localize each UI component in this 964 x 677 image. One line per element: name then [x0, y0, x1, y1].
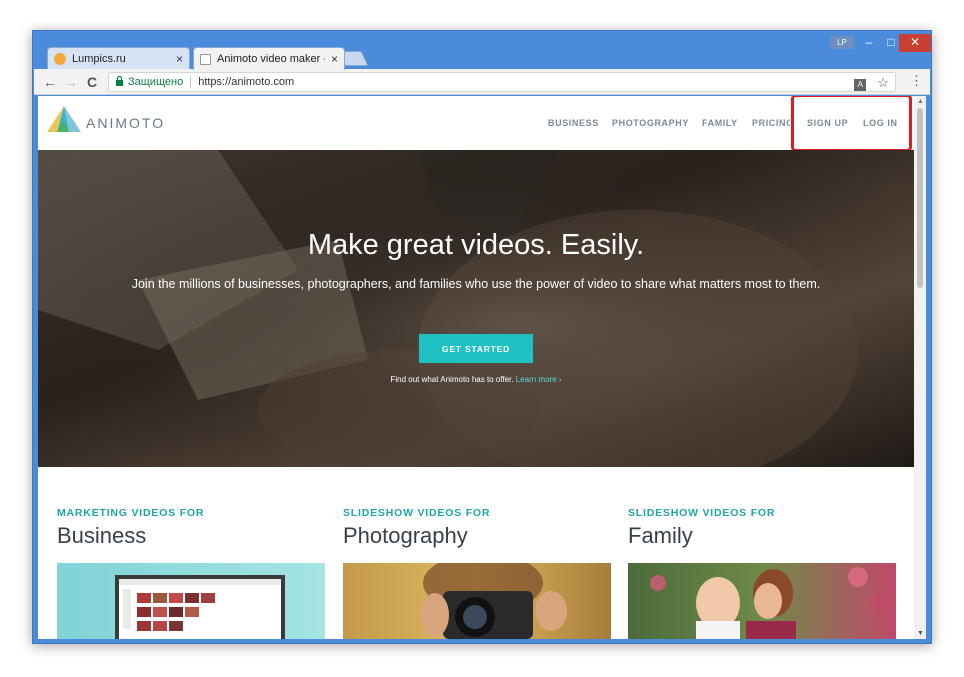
tab-animoto[interactable]: Animoto video maker - S ×	[193, 47, 345, 70]
tab-strip: Lumpics.ru × Animoto video maker - S × L…	[33, 31, 931, 70]
hero-section: Make great videos. Easily. Join the mill…	[38, 150, 914, 467]
category-kicker: MARKETING VIDEOS FOR	[57, 507, 205, 519]
hero-background-image	[38, 150, 914, 467]
reload-icon[interactable]: C	[83, 73, 101, 91]
family-thumbnail-image[interactable]	[628, 563, 896, 639]
page-favicon-icon	[200, 53, 211, 65]
nav-business[interactable]: BUSINESS	[548, 118, 599, 128]
address-bar[interactable]: Защищено https://animoto.com A ☆	[108, 72, 896, 92]
category-name[interactable]: Business	[57, 523, 325, 549]
secure-label: Защищено	[128, 76, 184, 88]
page-viewport: ANIMOTO BUSINESS PHOTOGRAPHY FAMILY PRIC…	[38, 96, 914, 639]
tab-title: Lumpics.ru	[72, 52, 126, 65]
tab-lumpics[interactable]: Lumpics.ru ×	[47, 47, 190, 69]
close-tab-icon[interactable]: ×	[331, 52, 338, 66]
address-separator	[190, 76, 192, 88]
highlight-frame	[791, 96, 912, 152]
page-scrollbar[interactable]: ▲ ▼	[914, 96, 926, 639]
animoto-logo-icon[interactable]	[47, 106, 81, 139]
business-thumbnail-image[interactable]	[57, 563, 325, 639]
nav-family[interactable]: FAMILY	[702, 118, 738, 128]
get-started-button[interactable]: GET STARTED	[419, 334, 533, 363]
forward-icon[interactable]: →	[62, 73, 80, 91]
category-family[interactable]: SLIDESHOW VIDEOS FOR Family	[628, 507, 896, 639]
site-header: ANIMOTO BUSINESS PHOTOGRAPHY FAMILY PRIC…	[38, 96, 914, 152]
profile-badge[interactable]: LP	[830, 36, 854, 49]
hero-subtitle: Join the millions of businesses, photogr…	[131, 277, 821, 291]
menu-icon[interactable]: ⋮	[910, 73, 923, 89]
translate-icon[interactable]: A	[854, 79, 867, 91]
lumpics-favicon-icon	[54, 52, 66, 65]
hero-title: Make great videos. Easily.	[307, 229, 645, 261]
close-window-button[interactable]: ✕	[899, 34, 931, 52]
category-kicker: SLIDESHOW VIDEOS FOR	[628, 507, 776, 519]
browser-window: Lumpics.ru × Animoto video maker - S × L…	[32, 30, 932, 644]
tab-title: Animoto video maker - S	[217, 53, 325, 65]
category-photography[interactable]: SLIDESHOW VIDEOS FOR Photography	[343, 507, 611, 639]
findout-text: Find out what Animoto has to offer.	[390, 375, 514, 384]
scroll-down-arrow-icon[interactable]: ▼	[917, 630, 924, 637]
nav-pricing[interactable]: PRICING	[752, 118, 790, 128]
browser-toolbar: ← → C Защищено https://animoto.com A ☆ ⋮	[34, 69, 930, 95]
category-name[interactable]: Family	[628, 523, 896, 549]
back-icon[interactable]: ←	[41, 73, 59, 91]
category-business[interactable]: MARKETING VIDEOS FOR Business	[57, 507, 325, 639]
logo-wordmark[interactable]: ANIMOTO	[86, 115, 165, 131]
bookmark-star-icon[interactable]: ☆	[877, 75, 889, 90]
scroll-up-arrow-icon[interactable]: ▲	[917, 98, 924, 105]
url-text[interactable]: https://animoto.com	[198, 76, 294, 88]
close-tab-icon[interactable]: ×	[176, 52, 183, 66]
omnibox-actions: A ☆	[854, 75, 889, 91]
category-name[interactable]: Photography	[343, 523, 611, 549]
findout-line: Find out what Animoto has to offer. Lear…	[38, 375, 914, 384]
scrollbar-thumb[interactable]	[917, 108, 923, 288]
category-kicker: SLIDESHOW VIDEOS FOR	[343, 507, 491, 519]
photography-thumbnail-image[interactable]	[343, 563, 611, 639]
minimize-button[interactable]: –	[858, 34, 880, 52]
nav-photography[interactable]: PHOTOGRAPHY	[612, 118, 689, 128]
learn-more-link[interactable]: Learn more ›	[516, 375, 562, 384]
lock-icon	[115, 75, 124, 89]
